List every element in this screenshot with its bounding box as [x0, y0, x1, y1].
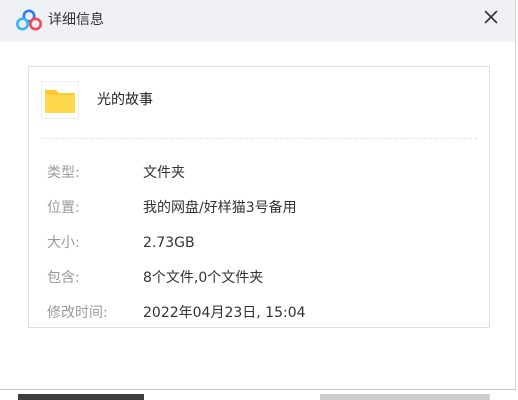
- detail-label: 类型:: [47, 165, 80, 181]
- close-button[interactable]: [479, 5, 503, 29]
- folder-icon: [41, 81, 79, 119]
- details-panel: 光的故事 类型: 文件夹 位置: 我的网盘/好样猫3号备用 大小: 2.73GB…: [28, 66, 490, 328]
- cloud-logo-icon: [16, 9, 42, 31]
- detail-label: 包含:: [47, 270, 80, 286]
- detail-value: 我的网盘/好样猫3号备用: [143, 200, 297, 216]
- details-dialog: 详细信息 光的故事 类型: 文件夹 位置: 我的网盘/好样猫3号备用 大小: 2…: [0, 0, 516, 390]
- detail-value: 2.73GB: [143, 235, 195, 251]
- background-text-fragment: [320, 394, 490, 400]
- folder-name: 光的故事: [97, 92, 153, 108]
- detail-value: 2022年04月23日, 15:04: [143, 305, 306, 321]
- background-text-fragment: [18, 394, 144, 400]
- detail-value: 8个文件,0个文件夹: [143, 270, 264, 286]
- dialog-title: 详细信息: [48, 12, 104, 28]
- detail-label: 位置:: [47, 200, 80, 216]
- background-window-strip: [0, 390, 518, 400]
- detail-value: 文件夹: [143, 165, 185, 181]
- close-icon: [484, 10, 498, 24]
- detail-label: 修改时间:: [47, 305, 108, 321]
- title-bar: 详细信息: [0, 0, 515, 42]
- divider: [41, 138, 477, 139]
- detail-label: 大小:: [47, 235, 80, 251]
